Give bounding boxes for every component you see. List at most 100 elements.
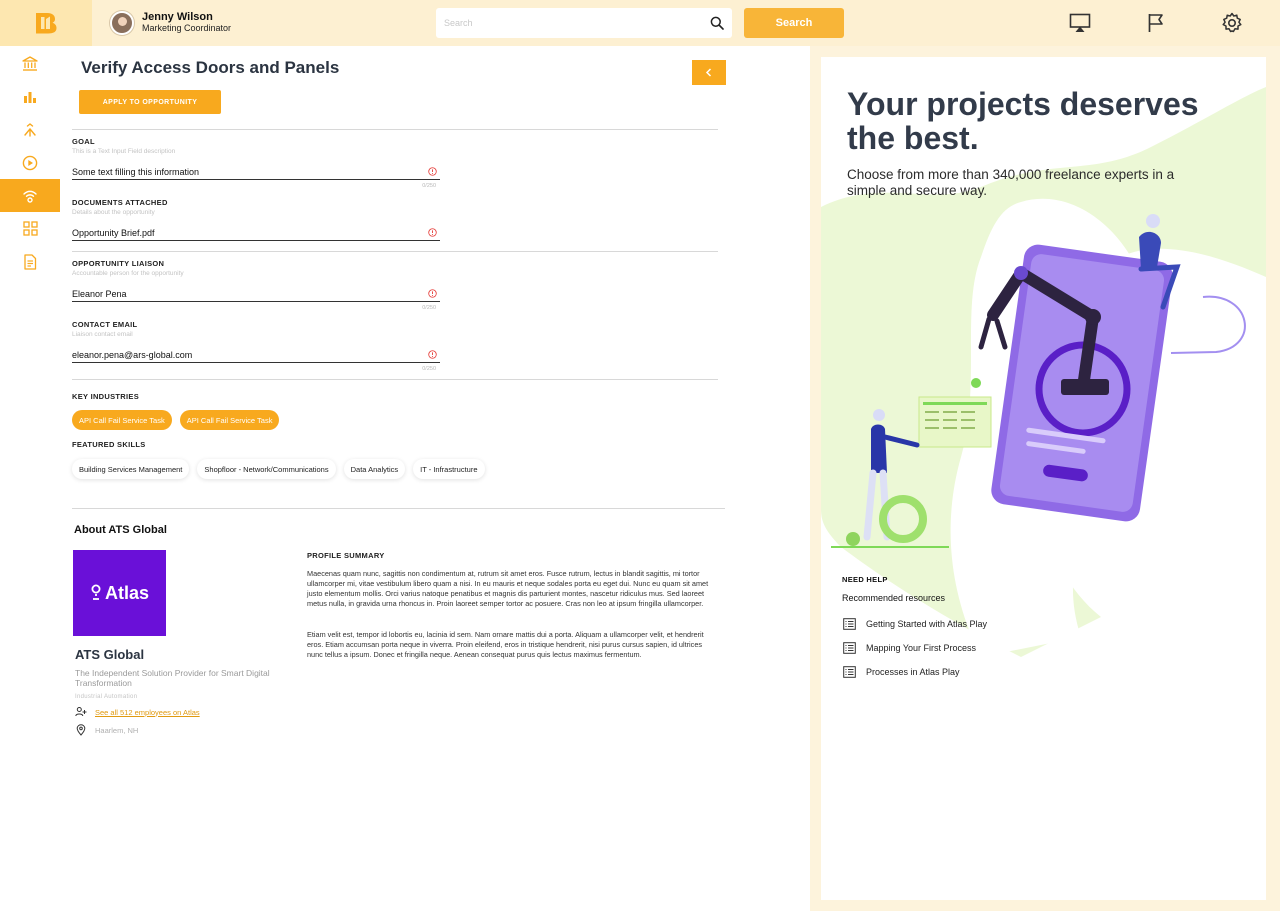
bar-chart-icon [24,91,36,103]
search-box [436,8,732,38]
top-actions [1068,12,1244,34]
error-info-icon [428,228,437,237]
sidebar-item-bank[interactable] [0,47,60,80]
skill-chip[interactable]: Building Services Management [72,459,190,479]
about-title: About ATS Global [74,524,167,536]
apply-to-opportunity-button[interactable]: APPLY TO OPPORTUNITY [79,90,221,114]
documents-input[interactable]: Opportunity Brief.pdf [72,225,440,241]
collapse-panel-button[interactable] [692,60,726,85]
hero-subtitle: Choose from more than 340,000 freelance … [847,167,1175,198]
app-root: Jenny Wilson Marketing Coordinator Searc… [0,0,1280,911]
sidebar-item-play[interactable] [0,146,60,179]
location-row: Haarlem, NH [75,724,138,736]
liaison-field: OPPORTUNITY LIAISON Accountable person f… [72,259,440,311]
employees-row: See all 512 employees on Atlas [75,706,200,718]
company-logo: Atlas [73,550,166,636]
sidebar-item-grid[interactable] [0,212,60,245]
field-description: This is a Text Input Field description [72,148,176,155]
user-role: Marketing Coordinator [142,23,232,33]
need-help-label: NEED HELP [842,575,888,584]
right-panel-frame: Your projects deserves the best. Choose … [810,46,1280,911]
broadcast-icon [23,190,37,203]
field-label: DOCUMENTS ATTACHED [72,198,168,207]
skill-chip[interactable]: Data Analytics [343,459,406,479]
profile-summary-title: PROFILE SUMMARY [307,551,385,560]
resource-label: Processes in Atlas Play [866,667,960,677]
field-description: Liaison contact email [72,331,133,338]
grid-icon [22,221,38,236]
featured-skills-label: FEATURED SKILLS [72,440,146,449]
key-industries-label: KEY INDUSTRIES [72,392,139,401]
company-logo-text: Atlas [104,582,149,603]
field-value: Some text filling this information [72,166,200,177]
list-icon [843,618,856,630]
document-icon [24,253,37,270]
skill-chip[interactable]: IT - Infrastructure [413,459,485,479]
sidebar-item-documents[interactable] [0,245,60,278]
sidebar-item-analytics[interactable] [0,80,60,113]
flag-icon[interactable] [1144,12,1168,34]
cast-icon[interactable] [1068,12,1092,34]
skill-chip[interactable]: Shopfloor - Network/Communications [197,459,336,479]
avatar [110,11,134,35]
sidebar [0,46,60,911]
resource-link[interactable]: Getting Started with Atlas Play [843,618,987,630]
industry-chip[interactable]: API Call Fail Service Task [179,410,280,430]
right-panel: Your projects deserves the best. Choose … [821,57,1266,900]
error-info-icon [428,289,437,298]
company-location: Haarlem, NH [95,725,139,735]
divider [72,251,718,252]
divider [72,129,718,130]
brand-logo-icon [36,13,57,34]
page-title: Verify Access Doors and Panels [81,58,340,77]
email-input[interactable]: eleanor.pena@ars-global.com [72,347,440,363]
search-button[interactable]: Search [744,8,844,38]
goal-field: GOAL This is a Text Input Field descript… [72,137,440,189]
resource-link[interactable]: Mapping Your First Process [843,642,976,654]
gear-icon[interactable] [1220,12,1244,34]
field-description: Accountable person for the opportunity [72,270,184,277]
email-field: CONTACT EMAIL Liaison contact email elea… [72,320,440,372]
employees-link[interactable]: See all 512 employees on Atlas [95,708,200,717]
documents-field: DOCUMENTS ATTACHED Details about the opp… [72,198,440,241]
sidebar-item-broadcast[interactable] [0,179,60,212]
sidebar-item-merge[interactable] [0,113,60,146]
key-industries-chips: API Call Fail Service Task API Call Fail… [72,410,280,430]
play-circle-icon [22,155,38,170]
logo-cell[interactable] [0,0,92,46]
company-name: ATS Global [75,647,145,662]
featured-skills-chips: Building Services Management Shopfloor -… [72,459,485,479]
hero-title: Your projects deserves the best. [847,86,1199,156]
field-value: eleanor.pena@ars-global.com [72,349,193,360]
user-name: Jenny Wilson [142,11,213,23]
list-icon [843,642,856,654]
search-input[interactable] [444,18,710,28]
field-value: Opportunity Brief.pdf [72,227,155,238]
goal-input[interactable]: Some text filling this information [72,164,440,180]
resource-label: Getting Started with Atlas Play [866,619,988,629]
robot-arm-illustration [831,214,1246,548]
error-info-icon [428,167,437,176]
divider [72,508,725,509]
field-label: OPPORTUNITY LIAISON [72,259,165,268]
search-icon[interactable] [710,16,724,30]
merge-icon [24,122,36,137]
users-icon [75,707,87,717]
resource-label: Mapping Your First Process [866,643,977,653]
field-description: Details about the opportunity [72,209,155,216]
user-profile[interactable]: Jenny Wilson Marketing Coordinator [110,11,436,35]
field-label: GOAL [72,137,95,146]
error-info-icon [428,350,437,359]
company-industry: Industrial Automation [75,694,138,700]
company-tagline: The Independent Solution Provider for Sm… [75,668,270,688]
divider [72,379,718,380]
char-counter: 0/250 [422,366,436,372]
char-counter: 0/250 [422,183,436,189]
profile-summary-paragraph: Etiam velit est, tempor id lobortis eu, … [307,630,704,659]
top-bar: Jenny Wilson Marketing Coordinator Searc… [0,0,1280,46]
liaison-input[interactable]: Eleanor Pena [72,286,440,302]
resource-link[interactable]: Processes in Atlas Play [843,666,960,678]
main-content: Verify Access Doors and Panels APPLY TO … [60,46,810,911]
industry-chip[interactable]: API Call Fail Service Task [72,410,172,430]
field-label: CONTACT EMAIL [72,320,138,329]
